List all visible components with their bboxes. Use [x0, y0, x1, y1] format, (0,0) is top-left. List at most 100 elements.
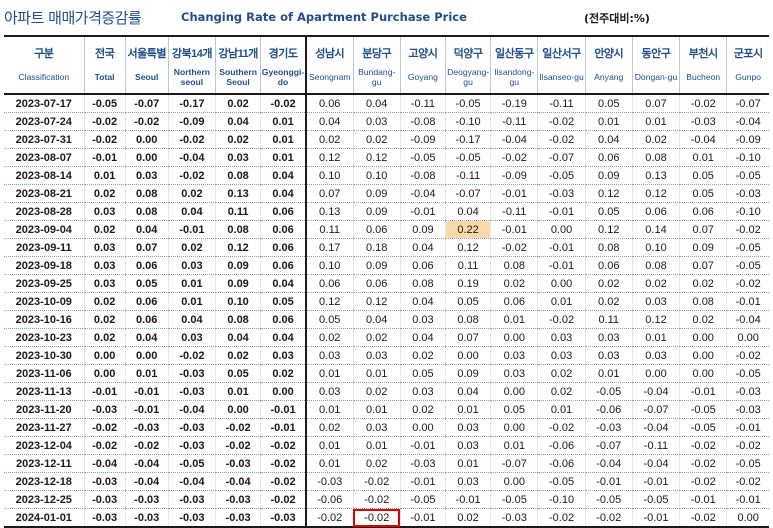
- header-col-5-kr: 경기도: [260, 35, 307, 61]
- cell-seoul: -0.03: [124, 418, 169, 437]
- cell-seoul: 0.06: [124, 256, 169, 275]
- cell-seoul: 0.00: [124, 148, 169, 167]
- cell-goyang: 0.02: [399, 346, 446, 365]
- cell-anyang: 0.03: [584, 328, 633, 347]
- cell-goyang: -0.01: [399, 508, 446, 528]
- table-row: 2023-07-31 -0.02 0.00 -0.02 0.02 0.01 0.02 0.02…: [4, 130, 769, 149]
- cell-northern-seoul: -0.03: [167, 418, 216, 437]
- cell-bucheon: 0.07: [679, 256, 727, 275]
- header-col-9-en: Deogyang-gu: [444, 61, 491, 95]
- cell-gyeonggi-do: 0.06: [260, 310, 307, 329]
- cell-anyang: -0.06: [584, 400, 633, 419]
- cell-anyang: 0.02: [584, 274, 633, 293]
- cell-bucheon: -0.05: [679, 400, 727, 419]
- row-date: 2023-11-27: [4, 418, 85, 437]
- cell-seongnam: 0.12: [305, 292, 354, 311]
- cell-total: 0.03: [83, 256, 126, 275]
- table-row: 2023-08-21 0.02 0.08 0.02 0.13 0.04 0.07 0.09 -0…: [4, 184, 769, 203]
- cell-anyang: -0.04: [584, 454, 633, 473]
- table-row: 2023-10-16 0.02 0.06 0.04 0.08 0.06 0.05 0.04 0.…: [4, 310, 769, 329]
- cell-total: 0.00: [83, 346, 126, 365]
- cell-total: -0.02: [83, 112, 126, 131]
- cell-ilsandong-gu: 0.00: [490, 328, 538, 347]
- cell-southern-seoul: 0.08: [215, 166, 261, 185]
- cell-anyang: 0.04: [584, 130, 633, 149]
- cell-northern-seoul: -0.05: [167, 454, 216, 473]
- cell-ilsandong-gu: -0.01: [490, 184, 538, 203]
- cell-northern-seoul: 0.02: [167, 184, 216, 203]
- cell-goyang: -0.11: [399, 94, 446, 113]
- cell-seoul: 0.04: [124, 328, 169, 347]
- header-col-14-kr: 부천시: [679, 35, 727, 61]
- cell-deogyang-gu: -0.01: [444, 490, 491, 509]
- cell-ilsandong-gu: -0.01: [490, 220, 538, 239]
- cell-northern-seoul: -0.03: [167, 364, 216, 383]
- cell-northern-seoul: -0.02: [167, 166, 216, 185]
- cell-northern-seoul: -0.02: [167, 346, 216, 365]
- cell-gyeonggi-do: -0.02: [260, 94, 307, 113]
- row-date: 2023-07-24: [4, 112, 85, 131]
- cell-ilsandong-gu: -0.09: [490, 166, 538, 185]
- cell-goyang: -0.05: [399, 490, 446, 509]
- cell-anyang: 0.06: [584, 256, 633, 275]
- cell-bucheon: 0.09: [679, 238, 727, 257]
- cell-northern-seoul: -0.03: [167, 382, 216, 401]
- cell-ilsandong-gu: -0.19: [490, 94, 538, 113]
- header-col-7-kr: 분당구: [352, 35, 401, 61]
- cell-bundang-gu: 0.06: [352, 220, 401, 239]
- cell-deogyang-gu: 0.09: [444, 364, 491, 383]
- table-row: 2023-08-28 0.03 0.08 0.04 0.11 0.06 0.13 0.09 -0…: [4, 202, 769, 221]
- cell-ilsandong-gu: 0.01: [490, 310, 538, 329]
- cell-total: 0.03: [83, 274, 126, 293]
- cell-dongan-gu: 0.03: [631, 346, 680, 365]
- header-col-2-kr: 서울특별: [124, 35, 169, 61]
- cell-ilsandong-gu: 0.06: [490, 292, 538, 311]
- table-row: 2023-12-25 -0.03 -0.03 -0.03 -0.03 -0.02 -0.06…: [4, 490, 769, 509]
- cell-northern-seoul: -0.03: [167, 436, 216, 455]
- cell-dongan-gu: 0.14: [631, 220, 680, 239]
- cell-seoul: 0.06: [124, 292, 169, 311]
- cell-dongan-gu: -0.04: [631, 454, 680, 473]
- table-row: 2023-11-27 -0.02 -0.03 -0.03 -0.02 -0.01 0.02 0…: [4, 418, 769, 437]
- cell-seongnam: 0.03: [305, 382, 354, 401]
- cell-ilsanseo-gu: -0.07: [537, 148, 586, 167]
- cell-gunpo: -0.05: [726, 166, 769, 185]
- cell-deogyang-gu: 0.22: [444, 220, 491, 239]
- row-date: 2024-01-01: [4, 508, 85, 528]
- cell-deogyang-gu: 0.07: [444, 328, 491, 347]
- cell-northern-seoul: 0.02: [167, 238, 216, 257]
- cell-deogyang-gu: -0.07: [444, 184, 491, 203]
- table-row: 2023-12-04 -0.02 -0.02 -0.03 -0.02 -0.02 0.01 0…: [4, 436, 769, 455]
- row-date: 2023-11-06: [4, 364, 85, 383]
- cell-seongnam: 0.01: [305, 400, 354, 419]
- cell-total: -0.02: [83, 130, 126, 149]
- cell-bucheon: 0.06: [679, 202, 727, 221]
- cell-goyang: 0.04: [399, 238, 446, 257]
- cell-ilsandong-gu: -0.11: [490, 112, 538, 131]
- cell-southern-seoul: 0.03: [215, 148, 261, 167]
- cell-gunpo: -0.02: [726, 436, 769, 455]
- cell-gunpo: -0.10: [726, 202, 769, 221]
- cell-southern-seoul: -0.03: [215, 490, 261, 509]
- cell-bundang-gu: 0.04: [352, 94, 401, 113]
- cell-bundang-gu: 0.03: [352, 346, 401, 365]
- cell-ilsanseo-gu: 0.03: [537, 328, 586, 347]
- cell-goyang: 0.04: [399, 328, 446, 347]
- cell-bundang-gu: 0.04: [352, 310, 401, 329]
- cell-goyang: 0.03: [399, 382, 446, 401]
- cell-bucheon: -0.01: [679, 490, 727, 509]
- table-row: 2023-10-23 0.02 0.04 0.03 0.04 0.04 0.02 0.02 0.…: [4, 328, 769, 347]
- cell-total: -0.03: [83, 400, 126, 419]
- cell-seongnam: 0.04: [305, 112, 354, 131]
- cell-total: 0.02: [83, 292, 126, 311]
- cell-total: -0.03: [83, 472, 126, 491]
- cell-ilsanseo-gu: -0.02: [537, 112, 586, 131]
- cell-total: 0.02: [83, 220, 126, 239]
- cell-southern-seoul: -0.02: [215, 436, 261, 455]
- cell-gyeonggi-do: 0.00: [260, 382, 307, 401]
- cell-gyeonggi-do: 0.02: [260, 364, 307, 383]
- cell-goyang: 0.09: [399, 220, 446, 239]
- cell-ilsandong-gu: 0.01: [490, 436, 538, 455]
- cell-ilsanseo-gu: 0.00: [537, 220, 586, 239]
- cell-gunpo: -0.04: [726, 310, 769, 329]
